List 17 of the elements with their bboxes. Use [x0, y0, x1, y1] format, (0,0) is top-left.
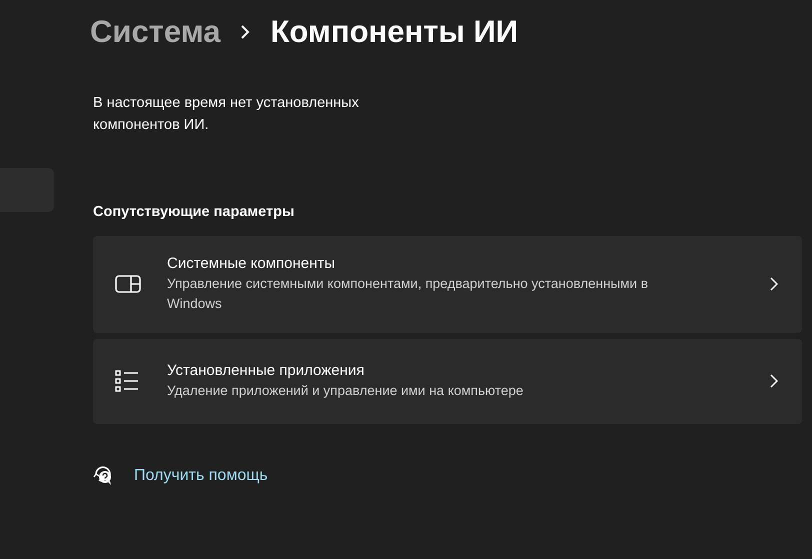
settings-card[interactable]: Установленные приложения Удаление приложений и управление ими на компьютере — [93, 338, 802, 424]
chevron-right-icon — [770, 374, 778, 388]
breadcrumb-link[interactable]: Система — [90, 8, 220, 56]
section-heading: Сопутствующие параметры — [93, 203, 296, 222]
settings-card[interactable]: Системные компоненты Управление системными компонентами, предварительно установленными в Windows — [93, 236, 802, 333]
list-icon — [115, 370, 139, 392]
chevron-right-icon — [240, 24, 250, 40]
chevron-right-icon — [770, 277, 778, 292]
help-link[interactable]: Получить помощь — [134, 464, 268, 488]
help-chat-icon — [92, 464, 114, 487]
page-title: Компоненты ИИ — [270, 12, 518, 51]
card-description: Удаление приложений и управление ими на компьютере — [167, 382, 524, 400]
window-panel-icon — [115, 275, 141, 294]
card-title: Системные компоненты — [167, 254, 336, 274]
status-message: В настоящее время нет установленных компонентов ИИ. — [93, 94, 360, 135]
card-description: Управление системными компонентами, предварительно установленными в Windows — [167, 275, 649, 314]
card-title: Установленные приложения — [167, 361, 366, 382]
